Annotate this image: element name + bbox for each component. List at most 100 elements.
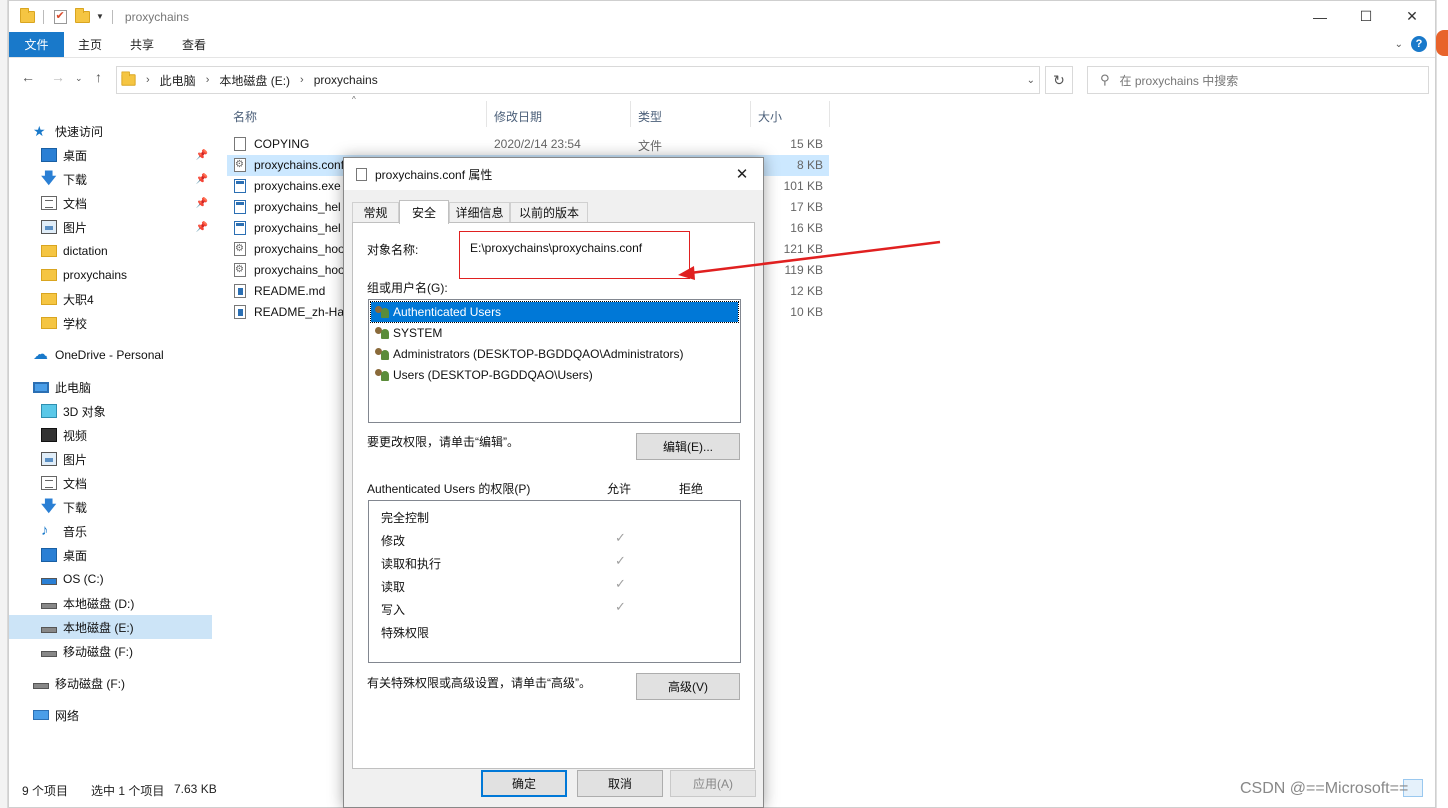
sidebar-item-drive-e[interactable]: 本地磁盘 (E:)	[9, 615, 212, 639]
ok-button[interactable]: 确定	[481, 770, 567, 797]
search-input[interactable]: ⚲ 在 proxychains 中搜索	[1087, 66, 1429, 94]
sidebar-item-os-c[interactable]: OS (C:)	[41, 567, 212, 591]
minimize-button[interactable]: —	[1297, 1, 1343, 32]
deny-column-label: 拒绝	[679, 482, 704, 496]
sidebar-item-quick-access[interactable]: ★ 快速访问	[33, 119, 212, 143]
chevron-right-icon[interactable]: ›	[146, 74, 150, 86]
sidebar-item-desktop-pc[interactable]: 桌面	[41, 543, 212, 567]
pin-icon[interactable]: 📌	[196, 150, 208, 161]
file-name: proxychains_hel	[254, 200, 341, 214]
forward-icon[interactable]: →	[51, 69, 65, 85]
chevron-down-icon[interactable]: ⌄	[1027, 75, 1035, 86]
new-folder-icon[interactable]	[74, 7, 90, 25]
change-permissions-text: 要更改权限，请单击“编辑”。	[367, 435, 519, 449]
quick-access-dropdown-icon[interactable]: ▼	[96, 12, 104, 21]
list-item[interactable]: Authenticated Users	[370, 301, 739, 323]
sidebar-item-this-pc[interactable]: 此电脑	[33, 375, 212, 399]
sidebar-item-desktop[interactable]: 桌面 📌	[41, 143, 212, 167]
breadcrumb-drive-e[interactable]: 本地磁盘 (E:)	[219, 72, 290, 89]
desktop-icon	[41, 148, 57, 162]
groups-listbox[interactable]: Authenticated Users SYSTEM Administrator…	[368, 299, 741, 423]
file-row[interactable]: COPYING 2020/2/14 23:54 文件 15 KB	[227, 134, 829, 155]
tab-details[interactable]: 详细信息	[449, 202, 510, 222]
recent-dropdown-icon[interactable]: ⌄	[75, 73, 83, 84]
tab-home[interactable]: 主页	[64, 32, 116, 57]
edit-button[interactable]: 编辑(E)...	[636, 433, 740, 460]
sidebar-item-school[interactable]: 学校	[41, 311, 212, 335]
back-icon[interactable]: ←	[21, 69, 35, 85]
column-divider[interactable]	[630, 101, 631, 127]
column-type[interactable]: 类型	[638, 108, 662, 125]
tab-share[interactable]: 共享	[116, 32, 168, 57]
sidebar-item-label: 下载	[63, 172, 88, 187]
sidebar-item-pictures-pc[interactable]: 图片	[41, 447, 212, 471]
object-name-highlight: E:\proxychains\proxychains.conf	[459, 231, 690, 279]
sidebar-item-dictation[interactable]: dictation	[41, 239, 212, 263]
advanced-button[interactable]: 高级(V)	[636, 673, 740, 700]
sidebar-item-downloads-pc[interactable]: 🡇 下载	[41, 495, 212, 519]
list-item[interactable]: Administrators (DESKTOP-BGDDQAO\Administ…	[371, 344, 738, 364]
navigation-bar: ← → ⌄ ↑ › 此电脑 › 本地磁盘 (E:) › proxychains …	[9, 63, 1435, 95]
sidebar-item-dazhi4[interactable]: 大职4	[41, 287, 212, 311]
cancel-button[interactable]: 取消	[577, 770, 663, 797]
sidebar-item-downloads[interactable]: 🡇 下载 📌	[41, 167, 212, 191]
sidebar-item-videos[interactable]: 视频	[41, 423, 212, 447]
list-item[interactable]: Users (DESKTOP-BGDDQAO\Users)	[371, 365, 738, 385]
help-icon[interactable]: ?	[1411, 36, 1427, 52]
tab-general[interactable]: 常规	[352, 202, 399, 222]
breadcrumb-this-pc[interactable]: 此电脑	[160, 72, 196, 89]
tab-previous-versions[interactable]: 以前的版本	[510, 202, 588, 222]
expand-ribbon-icon[interactable]: ⌄	[1395, 39, 1403, 50]
chevron-right-icon[interactable]: ›	[300, 74, 304, 86]
file-size: 16 KB	[790, 221, 823, 235]
sidebar-item-label: 大职4	[63, 292, 94, 307]
markdown-file-icon	[234, 305, 246, 319]
tab-view[interactable]: 查看	[168, 32, 220, 57]
breadcrumb-proxychains[interactable]: proxychains	[314, 73, 378, 87]
up-icon[interactable]: ↑	[95, 69, 102, 85]
column-divider[interactable]	[750, 101, 751, 127]
sidebar-item-label: 移动磁盘 (F:)	[55, 676, 125, 691]
sidebar-item-label: 桌面	[63, 548, 88, 563]
pin-icon[interactable]: 📌	[196, 222, 208, 233]
column-divider[interactable]	[829, 101, 830, 127]
column-date-modified[interactable]: 修改日期	[494, 108, 542, 125]
column-divider[interactable]	[486, 101, 487, 127]
tab-file[interactable]: 文件	[9, 32, 64, 57]
column-name[interactable]: 名称	[233, 108, 257, 125]
tab-security[interactable]: 安全	[399, 200, 449, 224]
sidebar-item-drive-f[interactable]: 移动磁盘 (F:)	[41, 639, 212, 663]
watermark: CSDN @==Microsoft==	[1240, 780, 1409, 797]
group-name: Administrators (DESKTOP-BGDDQAO\Administ…	[393, 347, 684, 361]
close-icon[interactable]: ✕	[729, 163, 755, 185]
sidebar-item-label: 图片	[63, 220, 88, 235]
sidebar-item-music[interactable]: ♪ 音乐	[41, 519, 212, 543]
permission-special: 特殊权限	[381, 626, 430, 640]
pc-icon	[33, 381, 49, 393]
file-size: 12 KB	[790, 284, 823, 298]
sidebar-item-documents-pc[interactable]: 文档	[41, 471, 212, 495]
sidebar-item-drive-d[interactable]: 本地磁盘 (D:)	[41, 591, 212, 615]
os-drive-icon	[41, 577, 57, 585]
sidebar-item-documents[interactable]: 文档 📌	[41, 191, 212, 215]
properties-check-icon[interactable]	[52, 9, 68, 25]
apply-button[interactable]: 应用(A)	[670, 770, 756, 797]
maximize-button[interactable]: ☐	[1343, 1, 1389, 32]
sidebar-item-onedrive[interactable]: ☁ OneDrive - Personal	[33, 343, 212, 367]
permissions-list: 完全控制 修改 ✓ 读取和执行 ✓ 读取 ✓ 写入 ✓ 特殊权限	[368, 500, 741, 663]
sidebar-item-3d-objects[interactable]: 3D 对象	[41, 399, 212, 423]
refresh-icon[interactable]: ↻	[1045, 66, 1073, 94]
sidebar-item-pictures[interactable]: 图片 📌	[41, 215, 212, 239]
sidebar-item-removable-f[interactable]: 移动磁盘 (F:)	[33, 671, 212, 695]
sidebar-item-proxychains[interactable]: proxychains	[41, 263, 212, 287]
address-bar[interactable]: › 此电脑 › 本地磁盘 (E:) › proxychains ⌄	[116, 66, 1040, 94]
download-icon: 🡇	[41, 498, 57, 515]
chevron-right-icon[interactable]: ›	[206, 74, 210, 86]
folder-icon	[41, 317, 57, 329]
close-button[interactable]: ✕	[1389, 1, 1435, 32]
pin-icon[interactable]: 📌	[196, 174, 208, 185]
list-item[interactable]: SYSTEM	[371, 323, 738, 343]
column-size[interactable]: 大小	[758, 108, 782, 125]
pin-icon[interactable]: 📌	[196, 198, 208, 209]
sidebar-item-network[interactable]: 网络	[33, 703, 212, 727]
